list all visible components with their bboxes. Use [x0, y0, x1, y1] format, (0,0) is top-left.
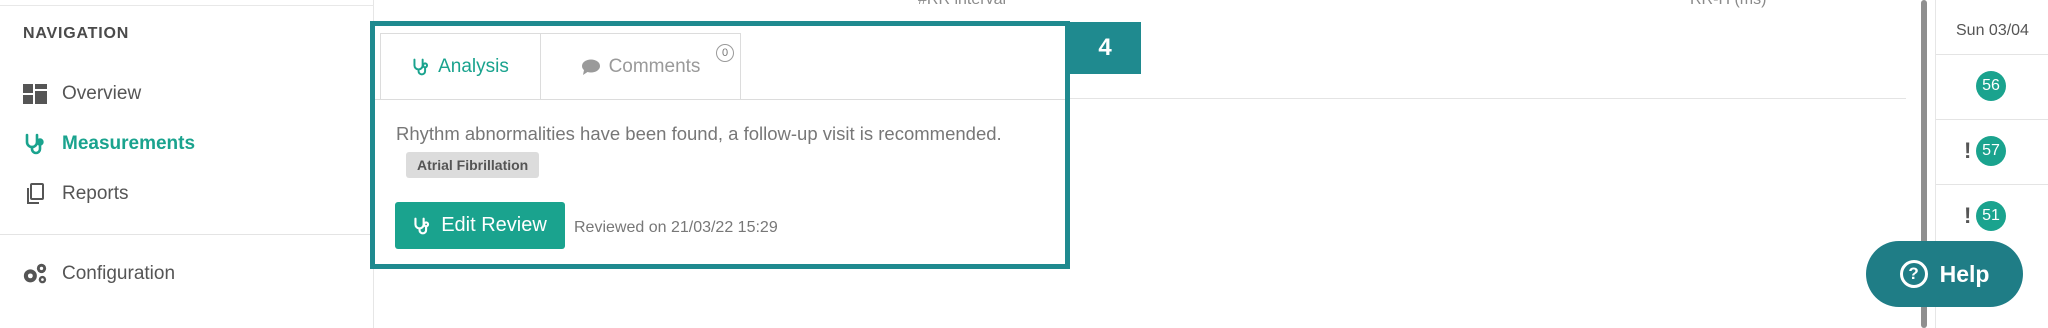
sidebar-divider: [0, 5, 374, 6]
day-column-header: Sun 03/04: [1956, 22, 2029, 39]
tab-label: Analysis: [438, 55, 509, 77]
table-divider: [1068, 98, 1906, 99]
sidebar-item-measurements[interactable]: Measurements: [22, 132, 195, 156]
help-label: Help: [1939, 260, 1990, 287]
copy-documents-icon: [22, 182, 48, 206]
stethoscope-icon: [22, 132, 48, 156]
row-divider: [1936, 119, 2048, 120]
sidebar-divider: [0, 234, 374, 235]
review-text: Rhythm abnormalities have been found, a …: [396, 123, 1002, 144]
sidebar-item-label: Reports: [62, 183, 129, 204]
comment-count-badge: 0: [716, 44, 734, 62]
row-divider: [1936, 54, 2048, 55]
tab-label: Comments: [608, 55, 701, 77]
tab-comments[interactable]: Comments 0: [541, 33, 741, 99]
row-divider: [1936, 184, 2048, 185]
dashboard-grid-icon: [22, 82, 48, 106]
column-header-rr-interval: #RR interval: [918, 0, 1006, 9]
review-tabs: Analysis Comments 0: [380, 33, 741, 99]
edit-review-label: Edit Review: [441, 214, 547, 236]
sidebar-item-label: Overview: [62, 83, 142, 104]
sidebar-item-label: Configuration: [62, 263, 176, 284]
question-circle-icon: ?: [1899, 260, 1928, 288]
sidebar-item-configuration[interactable]: Configuration: [22, 262, 175, 286]
sidebar-item-label: Measurements: [62, 133, 196, 154]
help-button[interactable]: ? Help: [1866, 241, 2023, 307]
heart-rate-value[interactable]: 56: [1976, 71, 2006, 101]
sidebar-item-reports[interactable]: Reports: [22, 182, 129, 206]
tab-analysis[interactable]: Analysis: [380, 33, 541, 99]
reviewed-timestamp: Reviewed on 21/03/22 15:29: [574, 219, 778, 236]
diagnosis-tag: Atrial Fibrillation: [406, 152, 540, 178]
nav-heading: NAVIGATION: [23, 25, 130, 42]
edit-review-button[interactable]: Edit Review: [395, 202, 565, 249]
stethoscope-icon: [413, 216, 431, 236]
sidebar-item-overview[interactable]: Overview: [22, 82, 141, 106]
stethoscope-icon: [412, 58, 430, 76]
gears-icon: [22, 262, 48, 286]
step-badge: 4: [1069, 22, 1141, 74]
alert-icon: !: [1964, 138, 1972, 163]
review-panel: Analysis Comments 0 Rhythm abnormalities…: [370, 21, 1070, 269]
comment-icon: [581, 58, 601, 76]
heart-rate-value[interactable]: 51: [1976, 201, 2006, 231]
alert-icon: !: [1964, 203, 1972, 228]
heart-rate-value[interactable]: 57: [1976, 136, 2006, 166]
sidebar: NAVIGATION Overview Measurements Reports…: [0, 0, 374, 328]
column-header-rr-h: RR-H (ms): [1690, 0, 1766, 9]
tabs-divider: [375, 99, 1065, 100]
